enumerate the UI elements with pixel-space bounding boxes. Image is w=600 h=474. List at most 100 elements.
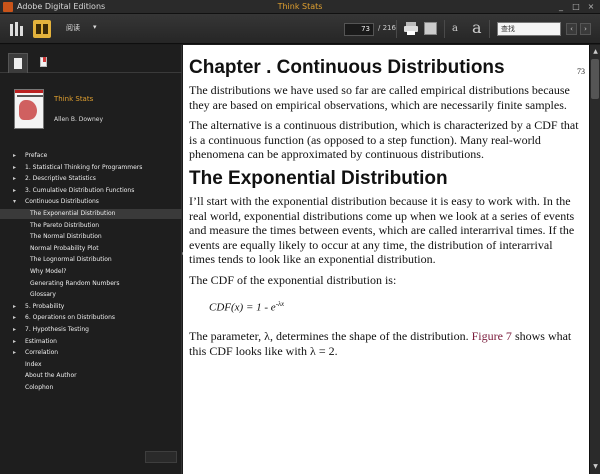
book-cover	[14, 89, 44, 129]
paragraph: The distributions we have used so far ar…	[189, 83, 570, 112]
figure-link[interactable]: Figure 7	[472, 329, 512, 343]
collapsed-icon[interactable]: ▸	[13, 174, 16, 184]
toc-item-label: 2. Descriptive Statistics	[25, 175, 96, 183]
toc-item[interactable]: Index	[0, 360, 182, 370]
book-author: Allen B. Downey	[54, 116, 104, 123]
toc-item-label: About the Author	[25, 372, 77, 380]
toolbar-divider	[444, 20, 445, 38]
toc-item[interactable]: ▸ 3. Cumulative Distribution Functions	[0, 186, 182, 196]
section-title: The Exponential Distribution	[189, 167, 448, 189]
toc-item[interactable]: ▾ Continuous Distributions	[0, 197, 182, 207]
page-total: / 216	[378, 24, 396, 32]
toc-item[interactable]: ▸ Correlation	[0, 348, 182, 358]
toc-item-label: Glossary	[30, 291, 56, 299]
cdf-formula: CDF(x) = 1 - e-λx	[209, 300, 581, 314]
toc-item-label: The Normal Distribution	[30, 233, 102, 241]
title-bar: Adobe Digital Editions Think Stats _ □ ×	[0, 0, 600, 14]
toc-item[interactable]: ▸ 6. Operations on Distributions	[0, 313, 182, 323]
search-prev-button[interactable]: ‹	[566, 23, 577, 35]
toc-item-label: Normal Probability Plot	[30, 244, 99, 252]
formula-base: CDF(x) = 1 - e	[209, 301, 276, 314]
search-next-button[interactable]: ›	[580, 23, 591, 35]
paragraph: I’ll start with the exponential distribu…	[189, 193, 575, 267]
toc-item[interactable]: ▸ 2. Descriptive Statistics	[0, 174, 182, 184]
minimize-button[interactable]: _	[556, 2, 566, 12]
library-view-icon[interactable]	[8, 20, 26, 38]
toolbar: 阅读 ▾ 73 / 216 a a 查找 ‹ ›	[0, 14, 600, 44]
maximize-button[interactable]: □	[571, 2, 581, 12]
toc-item[interactable]: Why Model?	[0, 267, 182, 277]
toc-item[interactable]: The Exponential Distribution	[0, 209, 182, 219]
toc-item-label: The Lognormal Distribution	[30, 256, 112, 264]
toc-item[interactable]: The Pareto Distribution	[0, 221, 182, 231]
paragraph-text: The parameter, λ, determines the shape o…	[189, 329, 472, 344]
toc-item-label: Estimation	[25, 337, 57, 345]
fit-page-icon[interactable]	[424, 22, 437, 35]
toc-item[interactable]: Generating Random Numbers	[0, 279, 182, 289]
sidebar-tabs	[0, 51, 182, 73]
collapsed-icon[interactable]: ▸	[13, 163, 16, 173]
toc-tab-icon[interactable]	[8, 53, 28, 73]
toc-item[interactable]: ▸ Estimation	[0, 337, 182, 347]
toc-item-label: Continuous Distributions	[25, 198, 99, 206]
toc-item[interactable]: ▸ Preface	[0, 151, 182, 161]
toc-item[interactable]: The Normal Distribution	[0, 232, 182, 242]
collapsed-icon[interactable]: ▸	[13, 186, 16, 196]
collapsed-icon[interactable]: ▸	[13, 337, 16, 347]
reading-view-icon[interactable]	[33, 20, 51, 38]
search-input[interactable]: 查找	[497, 22, 561, 36]
collapsed-icon[interactable]: ▸	[13, 313, 16, 323]
toc-item-label: 7. Hypothesis Testing	[25, 326, 89, 333]
toc-item[interactable]: ▸ 1. Statistical Thinking for Programmers	[0, 163, 182, 173]
chapter-title: Chapter . Continuous Distributions	[189, 57, 505, 78]
toc-item[interactable]: The Lognormal Distribution	[0, 255, 182, 265]
print-icon[interactable]	[404, 22, 418, 35]
toc-item[interactable]: Normal Probability Plot	[0, 244, 182, 254]
toc-item-label: 1. Statistical Thinking for Programmers	[25, 163, 143, 171]
toc-item[interactable]: About the Author	[0, 371, 182, 381]
page-content: Chapter . Continuous Distributions The d…	[189, 57, 581, 364]
toc-item[interactable]: ▸ 5. Probability	[0, 302, 182, 312]
sidebar-options-button[interactable]	[145, 451, 177, 463]
reading-menu-button[interactable]: 阅读	[66, 23, 80, 33]
toc-item[interactable]: ▸ 7. Hypothesis Testing	[0, 325, 182, 335]
toolbar-divider	[489, 20, 490, 38]
collapsed-icon[interactable]: ▸	[13, 302, 16, 312]
reading-pane[interactable]: 73 Chapter . Continuous Distributions Th…	[183, 45, 589, 474]
toolbar-divider	[396, 20, 397, 38]
increase-font-button[interactable]: a	[472, 18, 482, 37]
toc-item-label: 5. Probability	[25, 302, 65, 310]
toc-item-label: Correlation	[25, 349, 59, 357]
book-title: Think Stats	[54, 95, 94, 103]
scroll-up-icon[interactable]: ▲	[591, 47, 600, 57]
sidebar: Think Stats Allen B. Downey ▸ Preface ▸ 1. …	[0, 45, 182, 474]
vertical-scrollbar[interactable]: ▲ ▼	[589, 45, 600, 474]
collapsed-icon[interactable]: ▸	[13, 151, 16, 161]
chevron-down-icon[interactable]: ▾	[93, 23, 97, 31]
formula-exponent: -λx	[275, 299, 285, 308]
expanded-icon[interactable]: ▾	[13, 197, 16, 207]
scroll-down-icon[interactable]: ▼	[591, 462, 600, 472]
toc-item[interactable]: Glossary	[0, 290, 182, 300]
collapsed-icon[interactable]: ▸	[13, 325, 16, 335]
bookmarks-tab-icon[interactable]	[34, 53, 54, 73]
toc-item-label: Index	[25, 360, 42, 368]
toc-item-label: The Pareto Distribution	[30, 221, 100, 229]
paragraph: The CDF of the exponential distribution …	[189, 272, 397, 287]
toc-item-label: 3. Cumulative Distribution Functions	[25, 186, 135, 194]
paragraph: The alternative is a continuous distribu…	[189, 118, 579, 162]
collapsed-icon[interactable]: ▸	[13, 348, 16, 358]
page-number-input[interactable]: 73	[344, 23, 374, 36]
window-title: Think Stats	[277, 2, 323, 11]
toc-item-label: Colophon	[25, 384, 54, 391]
decrease-font-button[interactable]: a	[452, 23, 458, 34]
toc-item-label: Why Model?	[30, 268, 67, 275]
toc-item-label: Preface	[25, 152, 48, 159]
toc-item-label: The Exponential Distribution	[30, 210, 116, 217]
toc-item-label: 6. Operations on Distributions	[25, 314, 116, 322]
close-button[interactable]: ×	[586, 2, 596, 12]
toc-item[interactable]: Colophon	[0, 383, 182, 393]
toc-item-label: Generating Random Numbers	[30, 279, 120, 287]
paragraph: The parameter, λ, determines the shape o…	[189, 329, 581, 358]
scroll-thumb[interactable]	[591, 59, 599, 99]
